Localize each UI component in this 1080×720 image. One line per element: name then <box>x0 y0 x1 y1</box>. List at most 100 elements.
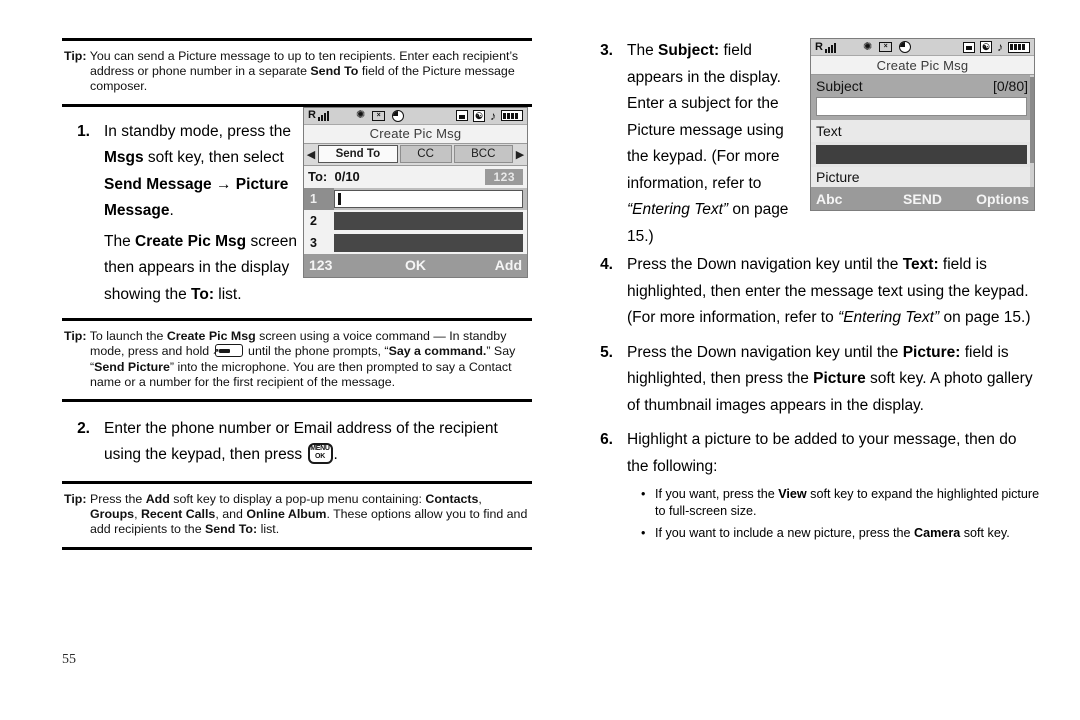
bullet2-p1: If you want to include a new picture, pr… <box>655 526 915 540</box>
recipient-row-3-index: 3 <box>304 231 334 254</box>
roaming-signal-icon: R <box>308 110 329 122</box>
menu-ok-key-top: MENU <box>310 445 330 453</box>
step-1: 1. In standby mode, press the Msgs soft … <box>62 119 312 309</box>
softkey-center-ok[interactable]: OK <box>380 257 451 273</box>
softkey-left-abc[interactable]: Abc <box>816 191 887 207</box>
field-text-label-row[interactable]: Text <box>811 120 1034 142</box>
tab-send-to[interactable]: Send To <box>318 145 398 164</box>
tip-label-3: Tip: <box>64 491 87 506</box>
phone1-status-right-icons: ☯ ♪ <box>456 108 523 123</box>
field-text-input[interactable] <box>816 145 1027 164</box>
tip-label: Tip: <box>64 49 87 63</box>
phone2-field-list: Subject [0/80] Text Picture <box>811 75 1034 187</box>
to-count: 0/10 <box>334 169 360 185</box>
tip3-b-groups: Groups <box>90 507 135 522</box>
message-icon: × <box>372 110 386 121</box>
softkey-right-add[interactable]: Add <box>451 257 522 273</box>
step5-p1: Press the Down navigation key until the <box>627 343 903 361</box>
phone2-scrollbar[interactable] <box>1030 75 1034 187</box>
left-column: Tip: You can send a Picture message to u… <box>62 38 532 550</box>
clock-icon <box>392 109 405 122</box>
phone2-status-right-icons: ☯ ♪ <box>963 41 1030 53</box>
bullet1-p1: If you want, press the <box>655 487 779 501</box>
step-3-body: The Subject: field appears in the displa… <box>627 38 800 250</box>
step1-p2: soft key, then select <box>143 149 284 167</box>
softkey-right-options[interactable]: Options <box>958 191 1029 207</box>
tip-voice-command-text: Tip: To launch the Create Pic Msg screen… <box>64 329 530 390</box>
tab-cc[interactable]: CC <box>399 145 452 164</box>
phone1-softkey-bar: 123 OK Add <box>304 253 527 277</box>
step-3: 3. The Subject: field appears in the dis… <box>585 38 800 250</box>
tip3-b-contacts: Contacts <box>425 491 479 506</box>
phone1-title: Create Pic Msg <box>304 124 527 144</box>
field-picture-label-row[interactable]: Picture <box>811 167 1034 187</box>
step-2-body: Enter the phone number or Email address … <box>104 416 532 469</box>
tip2-pre: To launch the <box>89 329 167 344</box>
step-6-bullet-camera: • If you want to include a new picture, … <box>627 525 1040 542</box>
step-6-bullet-list: • If you want, press the View soft key t… <box>627 486 1040 542</box>
field-text-label: Text <box>816 123 842 139</box>
bullet-dot-icon: • <box>641 487 646 501</box>
divider-bottom-left <box>62 546 532 550</box>
tip3-mid2: , <box>478 491 482 506</box>
step1-region: 1. In standby mode, press the Msgs soft … <box>62 106 532 309</box>
tab-bcc[interactable]: BCC <box>453 145 513 164</box>
step4-p1: Press the Down navigation key until the <box>627 256 903 273</box>
tip3-b-onlinealbum: Online Album <box>246 507 327 522</box>
step-6-bullet-view: • If you want, press the View soft key t… <box>627 486 1040 519</box>
recipient-row-2[interactable]: 2 <box>304 209 527 232</box>
softkey-left-123[interactable]: 123 <box>309 257 380 273</box>
phone2-title: Create Pic Msg <box>811 56 1034 75</box>
bullet2-p2: soft key. <box>960 526 1010 540</box>
step4-p3: on page 15.) <box>939 309 1031 326</box>
step3-p1: The <box>627 42 659 59</box>
tab-scroll-right-icon[interactable]: ▶ <box>514 148 526 161</box>
menu-ok-key-bottom: OK <box>315 453 325 461</box>
tip-recipients-bold-sendto: Send To <box>310 64 359 79</box>
step-4: 4. Press the Down navigation key until t… <box>585 252 1040 332</box>
bullet-camera-text: If you want to include a new picture, pr… <box>655 525 1040 542</box>
recipient-row-1[interactable]: 1 <box>304 187 527 210</box>
tip-box-recipients: Tip: You can send a Picture message to u… <box>62 41 532 104</box>
tip3-b-add: Add <box>145 491 170 506</box>
field-text-input-wrap <box>811 145 1034 164</box>
music-note-icon: ♪ <box>490 108 496 123</box>
tip-box-add-softkey: Tip: Press the Add soft key to display a… <box>62 484 532 547</box>
tip3-pre: Press the <box>89 491 146 506</box>
right-column: 3. The Subject: field appears in the dis… <box>585 38 1040 548</box>
step1-b-sendmessage: Send Message → Picture Message <box>104 175 289 220</box>
field-subject-input[interactable] <box>816 97 1027 116</box>
softkey-center-send[interactable]: SEND <box>887 191 958 207</box>
page-number: 55 <box>62 652 76 667</box>
recipient-row-1-input[interactable] <box>334 189 523 208</box>
phone1-to-row: To: 0/10 123 <box>304 165 527 188</box>
step4-b-text: Text: <box>902 256 939 273</box>
step4-i-enteringtext: “Entering Text” <box>838 309 940 326</box>
step-4-body: Press the Down navigation key until the … <box>627 252 1040 332</box>
step-5: 5. Press the Down navigation key until t… <box>585 340 1040 420</box>
message-icon-2: × <box>879 42 893 52</box>
tip-box-voice-command: Tip: To launch the Create Pic Msg screen… <box>62 321 532 399</box>
tab-scroll-left-icon[interactable]: ◀ <box>305 148 317 161</box>
input-mode-chip: 123 <box>485 168 523 185</box>
recipient-row-3-input[interactable] <box>334 233 523 252</box>
step1-p1: In standby mode, press the <box>104 122 291 140</box>
recipient-row-3[interactable]: 3 <box>304 231 527 254</box>
battery-icon <box>501 110 523 122</box>
recipient-row-2-index: 2 <box>304 209 334 232</box>
tip3-mid4: , and <box>215 507 247 522</box>
alarm-icon-2: ✺ <box>863 40 873 53</box>
tip2-b-createpicmsg: Create Pic Msg <box>166 329 256 344</box>
step-6: 6. Highlight a picture to be added to yo… <box>585 427 1040 548</box>
lock-icon-2 <box>963 41 975 53</box>
bluetooth-icon: ☯ <box>473 109 485 122</box>
recipient-row-2-input[interactable] <box>334 211 523 230</box>
music-note-icon-2: ♪ <box>997 40 1003 54</box>
to-label: To: <box>308 169 328 185</box>
step-6-body: Highlight a picture to be added to your … <box>627 427 1040 548</box>
alarm-icon: ✺ <box>356 109 366 122</box>
step-5-body: Press the Down navigation key until the … <box>627 340 1040 420</box>
step-6-number: 6. <box>600 431 613 448</box>
field-subject-label-row[interactable]: Subject [0/80] <box>811 75 1034 97</box>
roaming-signal-icon-2: R <box>815 41 836 53</box>
